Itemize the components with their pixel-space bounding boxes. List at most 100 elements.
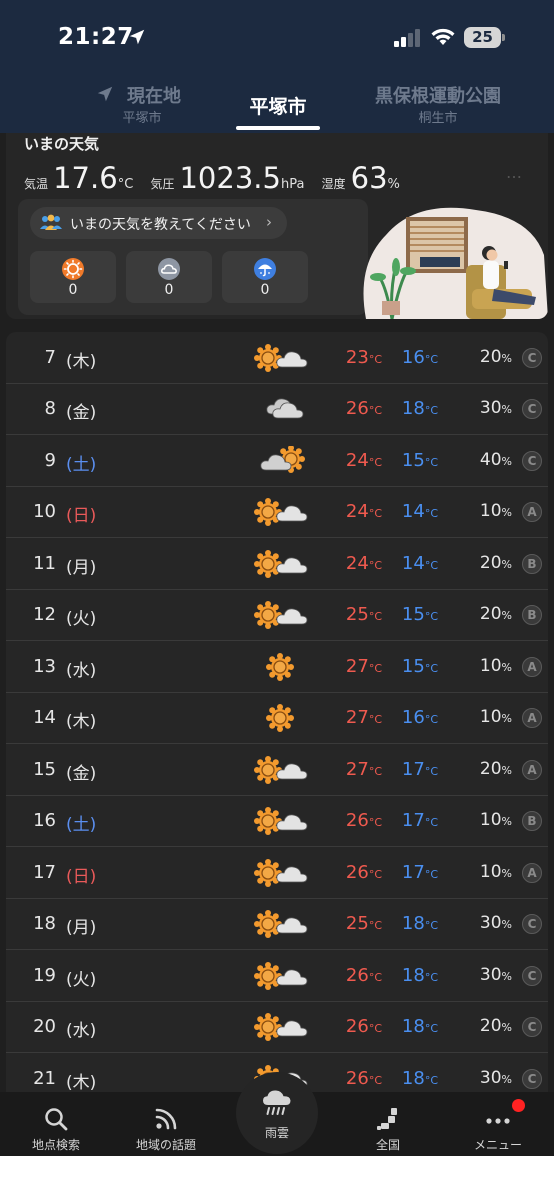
- percent-unit: %: [501, 866, 512, 880]
- forecast-row[interactable]: 8 (金) 26°C 18°C 30% C: [6, 384, 548, 435]
- percent-unit: %: [501, 815, 512, 829]
- cloud-icon: [158, 258, 180, 280]
- nav-nationwide[interactable]: 全国: [358, 1106, 418, 1153]
- bottom-navigation: 地点検索 地域の話題 雨雲 全国 メニュー: [0, 1072, 554, 1156]
- sun-cloud-icon: [252, 858, 308, 888]
- forecast-row[interactable]: 15 (金) 27°C 17°C 20% A: [6, 744, 548, 796]
- forecast-high-value: 27: [345, 707, 369, 729]
- forecast-day: 20: [33, 1016, 56, 1038]
- forecast-low-value: 16: [401, 707, 425, 729]
- location-tabs: 現在地 平塚市 平塚市 黒保根運動公園 桐生市: [0, 82, 554, 133]
- reliability-badge: C: [522, 1068, 542, 1089]
- temperature-value: 17.6: [53, 161, 118, 195]
- temp-unit: °C: [424, 867, 438, 881]
- forecast-row[interactable]: 17 (日) 26°C 17°C 10% A: [6, 847, 548, 899]
- temp-unit: °C: [368, 507, 382, 521]
- nav-nationwide-label: 全国: [375, 1138, 400, 1152]
- reliability-badge: C: [522, 450, 542, 471]
- temp-unit: °C: [424, 455, 438, 469]
- forecast-weekday: (水): [66, 660, 97, 681]
- percent-unit: %: [501, 1021, 512, 1035]
- forecast-list: 7 (木) 23°C 16°C 20% C 8 (金) 26°C 18°C 30…: [6, 332, 548, 1092]
- forecast-precip: 20%: [466, 604, 512, 624]
- percent-unit: %: [501, 1072, 512, 1086]
- cloud-icon: [252, 394, 308, 424]
- forecast-high: 24°C: [342, 501, 382, 522]
- tab-current-location[interactable]: 現在地 平塚市: [92, 82, 192, 126]
- forecast-row[interactable]: 13 (水) 27°C 15°C 10% A: [6, 641, 548, 693]
- temp-unit: °C: [368, 764, 382, 778]
- notification-badge: [512, 1099, 525, 1112]
- sun-cloud-icon: [252, 961, 308, 991]
- percent-unit: %: [501, 506, 512, 520]
- forecast-day: 16: [33, 810, 56, 832]
- tab-sublabel: 平塚市: [122, 111, 162, 126]
- temp-unit: °C: [368, 404, 382, 418]
- forecast-day: 14: [33, 707, 56, 729]
- current-weather-card: いまの天気 気温 17.6°C 気圧 1023.5hPa 湿度 63% … いま…: [6, 133, 548, 319]
- forecast-row[interactable]: 14 (木) 27°C 16°C 10% A: [6, 693, 548, 744]
- temp-unit: °C: [368, 867, 382, 881]
- sun-icon: [62, 258, 84, 280]
- temp-unit: °C: [424, 610, 438, 624]
- forecast-high: 27°C: [342, 707, 382, 728]
- tab-kurohone-park[interactable]: 黒保根運動公園 桐生市: [360, 82, 516, 126]
- forecast-row[interactable]: 18 (月) 25°C 18°C 30% C: [6, 899, 548, 950]
- reliability-badge: A: [522, 759, 542, 780]
- temp-unit: °C: [424, 764, 438, 778]
- tab-sublabel: 桐生市: [418, 111, 458, 126]
- forecast-high-value: 27: [345, 758, 369, 780]
- forecast-weekday: (月): [66, 918, 97, 939]
- more-icon: [486, 1118, 510, 1124]
- report-weather-button[interactable]: いまの天気を教えてください ›: [30, 207, 287, 239]
- temp-unit: °C: [424, 507, 438, 521]
- forecast-precip: 10%: [466, 862, 512, 882]
- forecast-row[interactable]: 16 (土) 26°C 17°C 10% B: [6, 796, 548, 847]
- forecast-row[interactable]: 19 (火) 26°C 18°C 30% C: [6, 950, 548, 1002]
- forecast-low: 18°C: [398, 398, 438, 419]
- forecast-precip-value: 40: [479, 449, 502, 470]
- forecast-row[interactable]: 10 (日) 24°C 14°C 10% A: [6, 487, 548, 538]
- forecast-row[interactable]: 11 (月) 24°C 14°C 20% B: [6, 538, 548, 590]
- forecast-low: 18°C: [398, 965, 438, 986]
- percent-unit: %: [501, 403, 512, 417]
- forecast-low-value: 17: [401, 810, 425, 832]
- forecast-precip-value: 20: [479, 1016, 502, 1037]
- forecast-row[interactable]: 7 (木) 23°C 16°C 20% C: [6, 332, 548, 384]
- nav-search-label: 地点検索: [31, 1138, 80, 1152]
- nav-rain-radar[interactable]: 雨雲: [236, 1072, 318, 1154]
- forecast-low: 15°C: [398, 450, 438, 471]
- forecast-low-value: 15: [401, 449, 425, 471]
- forecast-row[interactable]: 9 (土) 24°C 15°C 40% C: [6, 435, 548, 487]
- forecast-precip-value: 30: [479, 1067, 502, 1088]
- more-options-button[interactable]: …: [506, 163, 523, 182]
- tab-hiratsuka[interactable]: 平塚市: [236, 92, 320, 119]
- forecast-high: 26°C: [342, 1016, 382, 1037]
- forecast-weekday: (金): [66, 763, 97, 784]
- nav-menu-label: メニュー: [473, 1138, 522, 1152]
- forecast-high-value: 26: [345, 861, 369, 883]
- report-rainy-button[interactable]: 0: [222, 251, 308, 303]
- forecast-low-value: 17: [401, 861, 425, 883]
- forecast-precip: 40%: [466, 450, 512, 470]
- report-cloudy-button[interactable]: 0: [126, 251, 212, 303]
- forecast-weekday: (火): [66, 969, 97, 990]
- sunny-count: 0: [68, 282, 78, 298]
- nav-search[interactable]: 地点検索: [26, 1106, 86, 1153]
- report-sunny-button[interactable]: 0: [30, 251, 116, 303]
- temp-unit: °C: [424, 661, 438, 675]
- forecast-weekday: (金): [66, 403, 97, 424]
- forecast-day: 21: [33, 1067, 56, 1089]
- pressure-value: 1023.5: [179, 161, 281, 195]
- active-tab-indicator: [236, 126, 320, 130]
- forecast-weekday: (土): [66, 815, 97, 836]
- temp-unit: °C: [424, 404, 438, 418]
- forecast-low-value: 15: [401, 655, 425, 677]
- forecast-day: 17: [33, 861, 56, 883]
- forecast-row[interactable]: 20 (水) 26°C 18°C 20% C: [6, 1002, 548, 1053]
- nav-local-topics[interactable]: 地域の話題: [128, 1106, 204, 1153]
- forecast-low-value: 17: [401, 758, 425, 780]
- nav-menu[interactable]: メニュー: [466, 1106, 530, 1153]
- forecast-row[interactable]: 12 (火) 25°C 15°C 20% B: [6, 590, 548, 641]
- forecast-low: 17°C: [398, 759, 438, 780]
